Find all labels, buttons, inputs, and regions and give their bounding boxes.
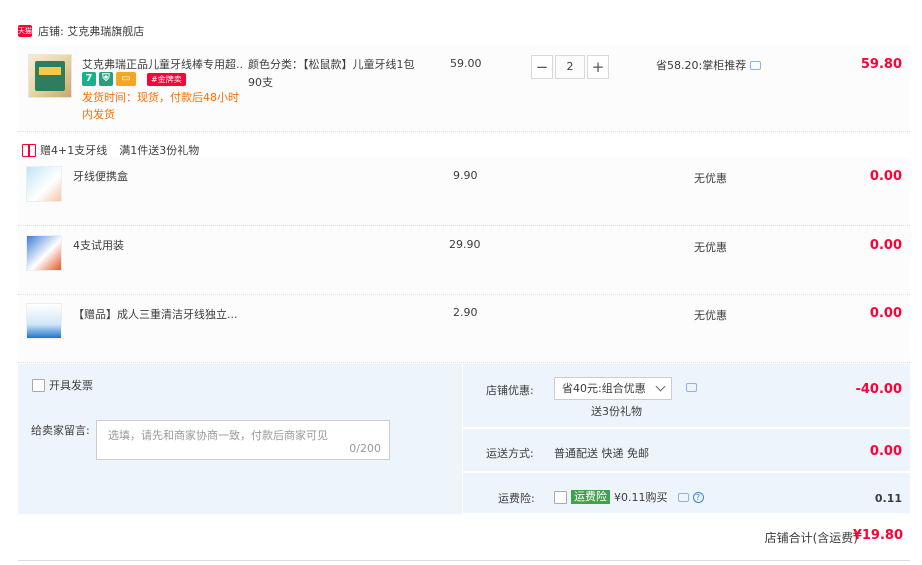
shipping-label: 运送方式: — [486, 447, 534, 460]
gift-subtotal: 0.00 — [869, 238, 902, 253]
product-image-box — [35, 61, 65, 91]
sku-info: 颜色分类：【松鼠款】儿童牙线1包90支 — [248, 58, 415, 89]
saving-info: 省58.20:掌柜推荐 — [656, 57, 762, 73]
shop-total-value: ¥19.80 — [852, 528, 903, 543]
gift-price: 29.90 — [449, 238, 481, 251]
chat-icon[interactable] — [750, 60, 762, 70]
ship-time-text: 发货时间：现货，付款后48小时内发货 — [82, 91, 239, 121]
insurance-tag: 运费险 — [571, 490, 610, 504]
product-thumbnail[interactable] — [28, 54, 72, 98]
invoice-option[interactable]: 开具发票 — [32, 377, 93, 393]
chevron-down-icon — [655, 381, 666, 392]
gift-discount: 无优惠 — [694, 172, 727, 185]
shop-name[interactable]: 店铺: 艾克弗瑞旗舰店 — [38, 23, 144, 39]
insurance-amount: 0.11 — [874, 492, 902, 505]
gold-seller-badge: #金牌卖 — [147, 72, 186, 86]
help-icon[interactable]: ? — [692, 491, 704, 503]
gift-header: 赠4+1支牙线 满1件送3份礼物 — [22, 142, 199, 158]
gift-thumbnail[interactable] — [26, 166, 62, 202]
message-input[interactable]: 选填，请先和商家协商一致，付款后商家可见 0/200 — [96, 420, 390, 460]
gift-discount: 无优惠 — [694, 241, 727, 254]
gift-name[interactable]: 牙线便携盒 — [73, 168, 243, 184]
gift-subtotal: 0.00 — [869, 169, 902, 184]
item-subtotal: 59.80 — [860, 57, 902, 72]
unit-price: 59.00 — [450, 57, 482, 70]
tmall-badge-icon: 天猫 — [18, 25, 32, 37]
increase-button[interactable]: + — [587, 55, 609, 79]
gift-icon — [22, 143, 36, 157]
gift-price: 2.90 — [453, 306, 478, 319]
quantity-input[interactable]: 2 — [555, 55, 585, 79]
product-image-label — [39, 67, 61, 75]
message-placeholder: 选填，请先和商家协商一致，付款后商家可见 — [108, 429, 328, 442]
product-title[interactable]: 艾克弗瑞正品儿童牙线棒专用超... — [82, 56, 242, 72]
gift-subtotal: 0.00 — [869, 306, 902, 321]
discount-select[interactable]: 省40元:组合优惠 — [554, 377, 672, 400]
insurance-checkbox[interactable] — [554, 490, 567, 504]
chat-icon[interactable] — [686, 383, 697, 392]
seven-day-return-icon[interactable]: 7 — [82, 72, 96, 86]
gift-name[interactable]: 4支试用装 — [73, 237, 243, 253]
service-icons: 7 ⛨ ▭ #金牌卖 — [82, 72, 186, 86]
shipping-method: 普通配送 快递 免邮 — [554, 447, 649, 460]
saving-text: 省58.20:掌柜推荐 — [656, 59, 747, 72]
discount-amount: -40.00 — [855, 382, 902, 397]
quantity-stepper: − 2 + — [531, 55, 609, 79]
message-label: 给卖家留言: — [31, 424, 90, 437]
discount-gift-note: 送3份礼物 — [591, 405, 642, 418]
chat-icon[interactable] — [677, 492, 689, 502]
gift-rule: 满1件送3份礼物 — [119, 144, 200, 157]
gift-discount: 无优惠 — [694, 309, 727, 322]
gift-thumbnail[interactable] — [26, 235, 62, 271]
invoice-label: 开具发票 — [49, 379, 93, 392]
discount-select-value: 省40元:组合优惠 — [562, 382, 646, 395]
shop-header: 天猫 店铺: 艾克弗瑞旗舰店 — [18, 22, 144, 40]
shop-total-label: 店铺合计(含运费) — [764, 531, 858, 545]
gift-price: 9.90 — [453, 169, 478, 182]
shield-icon[interactable]: ⛨ — [99, 72, 113, 86]
invoice-checkbox[interactable] — [32, 378, 45, 392]
decrease-button[interactable]: − — [531, 55, 553, 79]
shop-discount-label: 店铺优惠: — [486, 384, 534, 397]
insurance-option: 运费险 ¥0.11购买 ? — [554, 489, 704, 505]
gift-name[interactable]: 【赠品】成人三重清洁牙线独立... — [73, 306, 243, 322]
card-icon[interactable]: ▭ — [116, 72, 136, 86]
message-char-count: 0/200 — [349, 442, 381, 455]
gift-label: 赠4+1支牙线 — [40, 144, 108, 157]
shipping-amount: 0.00 — [869, 444, 902, 459]
insurance-price: ¥0.11购买 — [614, 491, 668, 504]
insurance-label: 运费险: — [498, 492, 535, 505]
gift-thumbnail[interactable] — [26, 303, 62, 339]
